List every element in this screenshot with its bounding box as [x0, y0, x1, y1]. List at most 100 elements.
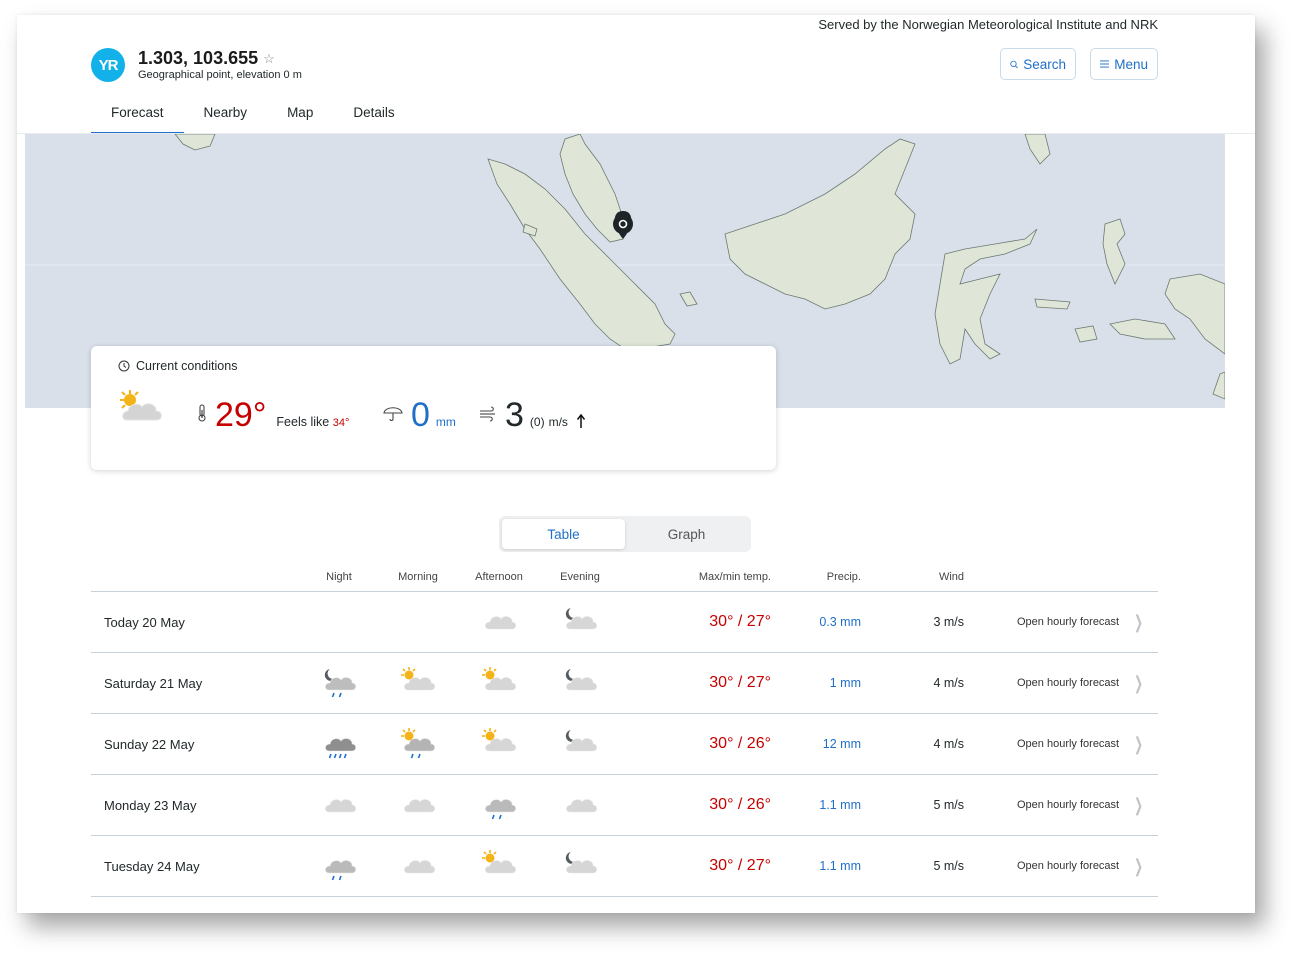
cloudy-icon — [398, 775, 438, 835]
row-temperature: 30° / 26° — [709, 735, 771, 752]
current-conditions-header: Current conditions — [118, 359, 237, 373]
table-row[interactable]: Saturday 21 May 30° / 27° 1 mm 4 m/s Ope… — [91, 653, 1158, 714]
chevron-right-icon: ❯ — [1134, 672, 1144, 693]
partly-cloudy-day-icon — [117, 388, 167, 433]
row-temperature: 30° / 27° — [709, 674, 771, 691]
cloudy-icon — [560, 775, 600, 835]
precip-unit: mm — [435, 415, 456, 429]
arrow-up-icon — [576, 413, 586, 433]
row-wind: 5 m/s — [933, 859, 964, 873]
page: Served by the Norwegian Meteorological I… — [17, 15, 1255, 913]
row-wind: 3 m/s — [933, 615, 964, 629]
header-precip: Precip. — [826, 571, 861, 583]
row-date: Today 20 May — [104, 614, 185, 630]
landmass — [1024, 134, 1051, 165]
table-row[interactable]: Sunday 22 May 30° / 26° 12 mm 4 m/s Open… — [91, 714, 1158, 775]
star-outline-icon[interactable]: ☆ — [263, 51, 275, 67]
feels-like: Feels like 34° — [276, 415, 349, 429]
partly-cloudy-night-icon — [560, 653, 600, 713]
chevron-right-icon: ❯ — [1134, 611, 1144, 632]
landmass — [174, 134, 216, 151]
cloudy-icon — [398, 836, 438, 896]
wind-value: 3 — [505, 396, 524, 434]
wind-gust: (0) — [529, 415, 545, 429]
row-temperature: 30° / 27° — [709, 857, 771, 874]
row-wind: 4 m/s — [933, 737, 964, 751]
feels-like-label: Feels like — [276, 415, 330, 429]
forecast-table: Night Morning Afternoon Evening Max/min … — [91, 565, 1158, 897]
landmass — [679, 291, 698, 307]
search-button[interactable]: Search — [1000, 48, 1076, 80]
wind-unit: m/s — [548, 415, 568, 429]
tab-details[interactable]: Details — [333, 97, 414, 134]
row-date: Tuesday 24 May — [104, 858, 200, 874]
row-date: Monday 23 May — [104, 797, 197, 813]
header-evening: Evening — [560, 571, 600, 583]
wind-icon — [479, 406, 497, 427]
tab-forecast[interactable]: Forecast — [91, 97, 184, 135]
open-hourly-forecast-link[interactable]: Open hourly forecast ❯ — [1017, 653, 1146, 713]
landmass — [934, 228, 1038, 365]
header-night: Night — [326, 571, 352, 583]
row-precipitation: 0.3 mm — [819, 615, 861, 629]
header-temp: Max/min temp. — [698, 571, 771, 583]
table-body: Today 20 May 30° / 27° 0.3 mm 3 m/s Open… — [91, 592, 1158, 897]
yr-logo[interactable]: YR — [91, 48, 125, 82]
location-title: 1.303, 103.655 ☆ — [138, 48, 275, 69]
tab-map[interactable]: Map — [267, 97, 333, 134]
tab-nearby[interactable]: Nearby — [184, 97, 268, 134]
header-morning: Morning — [398, 571, 438, 583]
table-row[interactable]: Monday 23 May 30° / 26° 1.1 mm 5 m/s Ope… — [91, 775, 1158, 836]
feels-like-value: 34° — [332, 417, 350, 429]
empty-morning-symbol — [398, 592, 438, 652]
row-wind: 5 m/s — [933, 798, 964, 812]
main-tabs: Forecast Nearby Map Details — [91, 97, 415, 135]
landmass — [1102, 218, 1126, 285]
open-hourly-label: Open hourly forecast — [1017, 860, 1120, 872]
search-icon — [1010, 60, 1018, 68]
open-hourly-forecast-link[interactable]: Open hourly forecast ❯ — [1017, 714, 1146, 774]
chevron-right-icon: ❯ — [1134, 855, 1144, 876]
view-toggle: Table Graph — [499, 516, 751, 552]
landmass — [1109, 318, 1176, 340]
table-row[interactable]: Tuesday 24 May 30° / 27° 1.1 mm 5 m/s Op… — [91, 836, 1158, 897]
table-row[interactable]: Today 20 May 30° / 27° 0.3 mm 3 m/s Open… — [91, 592, 1158, 653]
row-temperature: 30° / 27° — [709, 613, 771, 630]
precip-value: 0 — [411, 396, 430, 434]
light-rain-day-icon — [398, 714, 438, 774]
row-precipitation: 12 mm — [822, 737, 861, 751]
thermometer-icon — [197, 404, 207, 427]
open-hourly-forecast-link[interactable]: Open hourly forecast ❯ — [1017, 836, 1146, 896]
row-temperature: 30° / 26° — [709, 796, 771, 813]
menu-button[interactable]: Menu — [1090, 48, 1158, 80]
open-hourly-forecast-link[interactable]: Open hourly forecast ❯ — [1017, 592, 1146, 652]
open-hourly-label: Open hourly forecast — [1017, 738, 1120, 750]
light-rain-icon — [319, 836, 359, 896]
row-precipitation: 1.1 mm — [819, 859, 861, 873]
current-precipitation: 0 mm — [383, 398, 456, 432]
current-conditions-title: Current conditions — [136, 359, 238, 373]
landmass — [1074, 325, 1098, 343]
partly-cloudy-night-icon — [560, 836, 600, 896]
menu-label: Menu — [1114, 56, 1148, 72]
umbrella-icon — [383, 404, 403, 427]
temperature-value: 29° — [215, 396, 267, 434]
landmass — [1164, 273, 1225, 355]
open-hourly-forecast-link[interactable]: Open hourly forecast ❯ — [1017, 775, 1146, 835]
chevron-right-icon: ❯ — [1134, 733, 1144, 754]
row-precipitation: 1.1 mm — [819, 798, 861, 812]
light-rain-icon — [479, 775, 519, 835]
partly-cloudy-night-icon — [560, 714, 600, 774]
empty-night-symbol — [319, 592, 359, 652]
current-wind: 3 (0) m/s — [479, 398, 586, 432]
partly-cloudy-day-icon — [479, 653, 519, 713]
location-name: 1.303, 103.655 — [138, 48, 259, 68]
row-precipitation: 1 mm — [829, 676, 861, 690]
chevron-right-icon: ❯ — [1134, 794, 1144, 815]
current-temperature: 29° Feels like 34° — [197, 398, 349, 432]
partly-cloudy-day-icon — [479, 836, 519, 896]
clock-icon — [118, 360, 130, 372]
toggle-graph[interactable]: Graph — [625, 519, 748, 549]
toggle-table[interactable]: Table — [502, 519, 625, 549]
landmass — [1212, 371, 1225, 400]
